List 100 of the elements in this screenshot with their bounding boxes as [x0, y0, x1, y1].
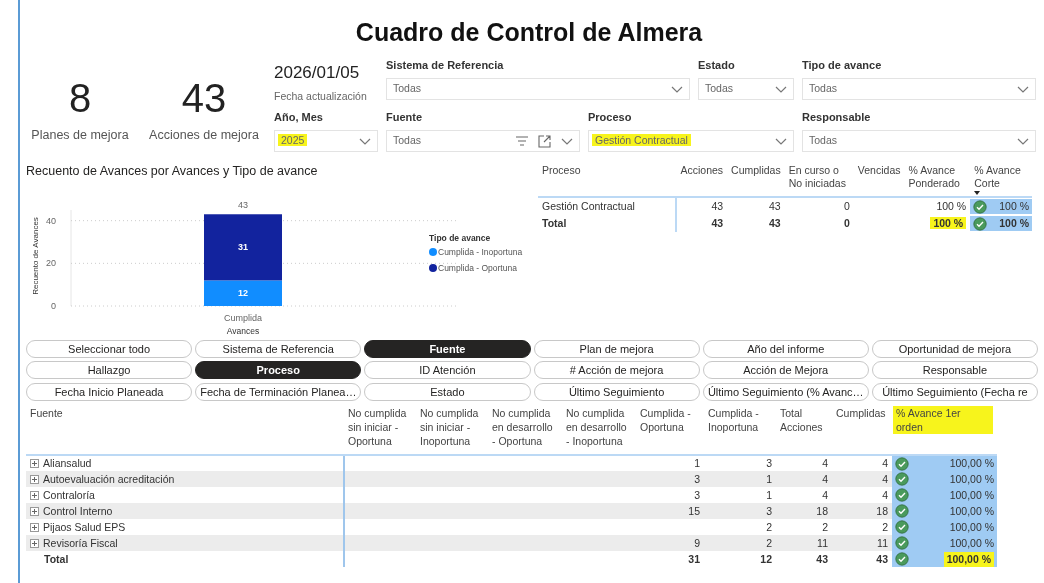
dropdown-value: Todas	[809, 82, 838, 95]
table-cell: 43	[711, 200, 724, 212]
axis-title: Recuento de Avances	[31, 217, 40, 295]
expand-plus-icon[interactable]	[30, 459, 39, 468]
table-cell: 2	[882, 520, 888, 533]
slicer-label: Responsable	[802, 111, 872, 124]
chevron-down-icon[interactable]	[775, 85, 787, 93]
dropdown-field[interactable]: Todas	[802, 78, 1036, 100]
field-button[interactable]: Proceso	[195, 361, 362, 380]
table-cell: 43	[769, 200, 781, 212]
expand-plus-icon[interactable]	[30, 522, 39, 532]
field-button[interactable]: Fecha de Terminación Planea…	[195, 382, 362, 401]
dropdown-field[interactable]: 2025	[274, 130, 378, 152]
chevron-down-icon[interactable]	[359, 137, 371, 145]
column-header[interactable]: No cumplida sin iniciar - Inoportuna	[420, 406, 484, 448]
expand-plus-icon[interactable]	[30, 538, 39, 548]
table-cell: 31	[688, 552, 700, 565]
table-cell: 43	[876, 552, 888, 565]
percent-value: 100 %	[999, 199, 1029, 214]
axis-tick-label: 0	[51, 301, 56, 311]
legend-label: Cumplida - Oportuna	[438, 263, 517, 273]
slicer-label: Tipo de avance	[802, 59, 883, 72]
field-button[interactable]: Acción de Mejora	[702, 361, 869, 380]
data-label: 31	[238, 242, 248, 253]
legend-label: Cumplida - Inoportuna	[438, 247, 523, 257]
field-button[interactable]: Sistema de Referencia	[195, 340, 362, 358]
table-cell: 100 %	[936, 200, 967, 212]
table-cell: 4	[822, 457, 828, 469]
column-header[interactable]: No cumplida en desarrollo - Oportuna	[492, 406, 558, 448]
column-header[interactable]: Cumplidas	[836, 406, 888, 420]
field-button[interactable]: Año del informe	[702, 340, 869, 358]
field-button[interactable]: Fecha Inicio Planeada	[26, 382, 193, 401]
column-header[interactable]: % Avance Corte	[974, 164, 1028, 190]
field-button[interactable]: Fuente	[364, 340, 531, 358]
check-circle-icon	[973, 216, 988, 231]
field-button[interactable]: ID Atención	[364, 361, 531, 380]
table-cell: 4	[822, 472, 828, 485]
table-cell: 1	[694, 457, 700, 469]
column-header[interactable]: Proceso	[542, 164, 673, 177]
field-button[interactable]: Plan de mejora	[533, 340, 700, 358]
dropdown-field[interactable]: Gestión Contractual	[588, 130, 794, 152]
field-button[interactable]: Oportunidad de mejora	[871, 340, 1038, 358]
dropdown-field[interactable]: Todas	[386, 78, 690, 100]
chevron-down-icon[interactable]	[1017, 137, 1029, 145]
column-header[interactable]: Vencidas	[857, 164, 901, 177]
column-header[interactable]: Acciones	[680, 164, 724, 177]
dropdown-field[interactable]: Todas	[698, 78, 794, 100]
field-button[interactable]: Estado	[364, 382, 531, 401]
check-circle-icon	[895, 488, 909, 502]
row-label: Contraloría	[43, 487, 95, 503]
slicer-label: Proceso	[588, 111, 633, 124]
table-cell: 3	[694, 488, 700, 501]
expand-plus-icon[interactable]	[30, 474, 39, 484]
kpi-label: Planes de mejora	[31, 127, 129, 144]
field-button[interactable]: Seleccionar todo	[26, 340, 193, 358]
column-header[interactable]: Cumplida - Inoportuna	[708, 406, 772, 434]
field-button[interactable]: Responsable	[871, 361, 1038, 380]
dropdown-value: Todas	[393, 134, 422, 147]
percent-value: 100,00 %	[949, 503, 994, 519]
dropdown-field[interactable]: Todas	[802, 130, 1036, 152]
field-button[interactable]: Último Seguimiento	[533, 382, 700, 401]
column-header[interactable]: % Avance Ponderado	[908, 164, 967, 190]
expand-plus-icon[interactable]	[30, 490, 39, 500]
table-cell: 0	[844, 217, 850, 229]
slicer-label: Fuente	[386, 111, 424, 124]
table-cell: 2	[822, 520, 828, 533]
column-header[interactable]: Fuente	[30, 406, 340, 420]
column-header[interactable]: Cumplidas	[731, 164, 781, 177]
column-header[interactable]: No cumplida en desarrollo - Inoportuna	[566, 406, 632, 448]
sort-descending-icon[interactable]	[974, 191, 981, 195]
field-button[interactable]: # Acción de mejora	[533, 361, 700, 380]
total-label: Total	[44, 551, 69, 567]
column-header[interactable]: No cumplida sin iniciar - Oportuna	[348, 406, 412, 448]
chevron-down-icon[interactable]	[1017, 85, 1029, 93]
check-circle-icon	[895, 456, 909, 471]
update-date: 2026/01/05	[274, 63, 360, 82]
field-button[interactable]: Último Seguimiento (Fecha re	[871, 382, 1038, 401]
chevron-down-icon[interactable]	[671, 85, 683, 93]
percent-value: 100,00 %	[949, 519, 994, 535]
table-cell: 0	[844, 200, 850, 212]
chevron-down-icon[interactable]	[561, 137, 573, 145]
field-button[interactable]: Último Seguimiento (% Avanc…	[702, 382, 869, 401]
row-label: Aliansalud	[43, 456, 92, 471]
column-header[interactable]: Cumplida - Oportuna	[640, 406, 700, 434]
check-circle-icon	[895, 472, 909, 486]
table-cell: 1	[766, 472, 772, 485]
chevron-down-icon[interactable]	[775, 137, 787, 145]
table-cell: 3	[766, 504, 772, 517]
column-header[interactable]: Total Acciones	[780, 406, 828, 434]
table-cell: 4	[822, 488, 828, 501]
column-header[interactable]: En curso o No iniciadas	[788, 164, 850, 190]
dropdown-field[interactable]: Todas	[386, 130, 580, 152]
field-button[interactable]: Hallazgo	[26, 361, 193, 380]
axis-tick-label: 20	[46, 258, 56, 269]
column-header[interactable]: % Avance 1er orden	[893, 406, 993, 434]
kpi-label: Acciones de mejora	[149, 127, 259, 144]
table-cell: 12	[760, 552, 772, 565]
dashboard-title: Cuadro de Control de Almera	[354, 17, 704, 48]
expand-icon[interactable]	[538, 134, 551, 148]
expand-plus-icon[interactable]	[30, 506, 39, 516]
